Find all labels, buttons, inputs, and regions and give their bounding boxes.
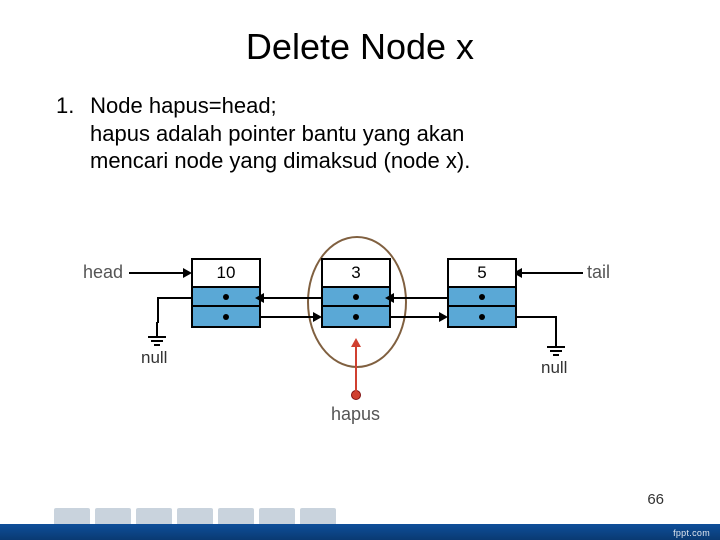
arrow-line [521,272,583,274]
node-prev-ptr [323,288,389,307]
arrow-line [157,297,159,323]
arrow-line [129,272,185,274]
head-label: head [83,262,123,283]
node-value: 3 [323,260,389,288]
null-label: null [141,348,167,368]
slide-footer: fppt.com [0,494,720,540]
hapus-arrow-line [355,346,357,392]
tail-label: tail [587,262,610,283]
arrow-head-icon [439,312,448,322]
node-value: 5 [449,260,515,288]
dot-icon [353,314,359,320]
arrow-line [157,297,191,299]
body-text: 1. Node hapus=head; hapus adalah pointer… [40,92,680,175]
arrow-head-icon [385,293,394,303]
dot-icon [223,294,229,300]
text-line: hapus adalah pointer bantu yang akan [90,121,464,146]
node-prev-ptr [449,288,515,307]
slide-title: Delete Node x [40,26,680,68]
arrow-head-icon [255,293,264,303]
arrow-line [263,297,321,299]
dot-icon [479,314,485,320]
node-box: 5 [447,258,517,328]
node-prev-ptr [193,288,259,307]
node-box: 10 [191,258,261,328]
code-line: Node hapus=head; [90,93,277,118]
hapus-label: hapus [331,404,380,425]
node-next-ptr [323,307,389,326]
arrow-line [517,316,557,318]
dot-icon [479,294,485,300]
list-item: 1. Node hapus=head; hapus adalah pointer… [90,92,680,175]
node-next-ptr [449,307,515,326]
arrow-line [393,297,447,299]
arrow-line [261,316,315,318]
arrow-head-icon [313,312,322,322]
text-line: mencari node yang dimaksud (node x). [90,148,470,173]
linked-list-diagram: head tail 10 3 5 [85,248,625,448]
list-number: 1. [56,92,84,120]
arrow-line [391,316,441,318]
hapus-arrow-head-icon [351,338,361,347]
slide: Delete Node x 1. Node hapus=head; hapus … [0,0,720,540]
node-next-ptr [193,307,259,326]
node-box: 3 [321,258,391,328]
null-label: null [541,358,567,378]
dot-icon [223,314,229,320]
node-value: 10 [193,260,259,288]
footer-bar [0,524,720,540]
dot-icon [353,294,359,300]
watermark: fppt.com [673,528,710,538]
